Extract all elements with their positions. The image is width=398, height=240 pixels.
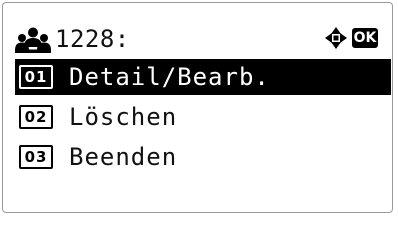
menu-list: 01 Detail/Bearb. 02 Löschen 03 Beenden <box>15 59 391 179</box>
header-title: 1228: <box>55 25 130 53</box>
ok-key-icon: OK <box>352 28 378 48</box>
menu-item-detail-edit[interactable]: 01 Detail/Bearb. <box>15 59 391 95</box>
menu-item-number: 01 <box>19 65 53 89</box>
menu-item-label: Beenden <box>69 143 178 171</box>
menu-item-label: Detail/Bearb. <box>69 63 270 91</box>
users-icon <box>15 27 51 53</box>
lcd-screen: 1228: OK 01 Detail/Bearb. 02 Löschen 03 … <box>2 2 393 213</box>
menu-item-number: 03 <box>19 145 53 169</box>
menu-item-exit[interactable]: 03 Beenden <box>15 139 391 175</box>
four-way-arrows-icon <box>325 27 347 49</box>
menu-item-delete[interactable]: 02 Löschen <box>15 99 391 135</box>
navigation-hint: OK <box>323 25 378 51</box>
screen-header: 1228: <box>15 24 130 54</box>
menu-item-number: 02 <box>19 105 53 129</box>
menu-item-label: Löschen <box>69 103 178 131</box>
